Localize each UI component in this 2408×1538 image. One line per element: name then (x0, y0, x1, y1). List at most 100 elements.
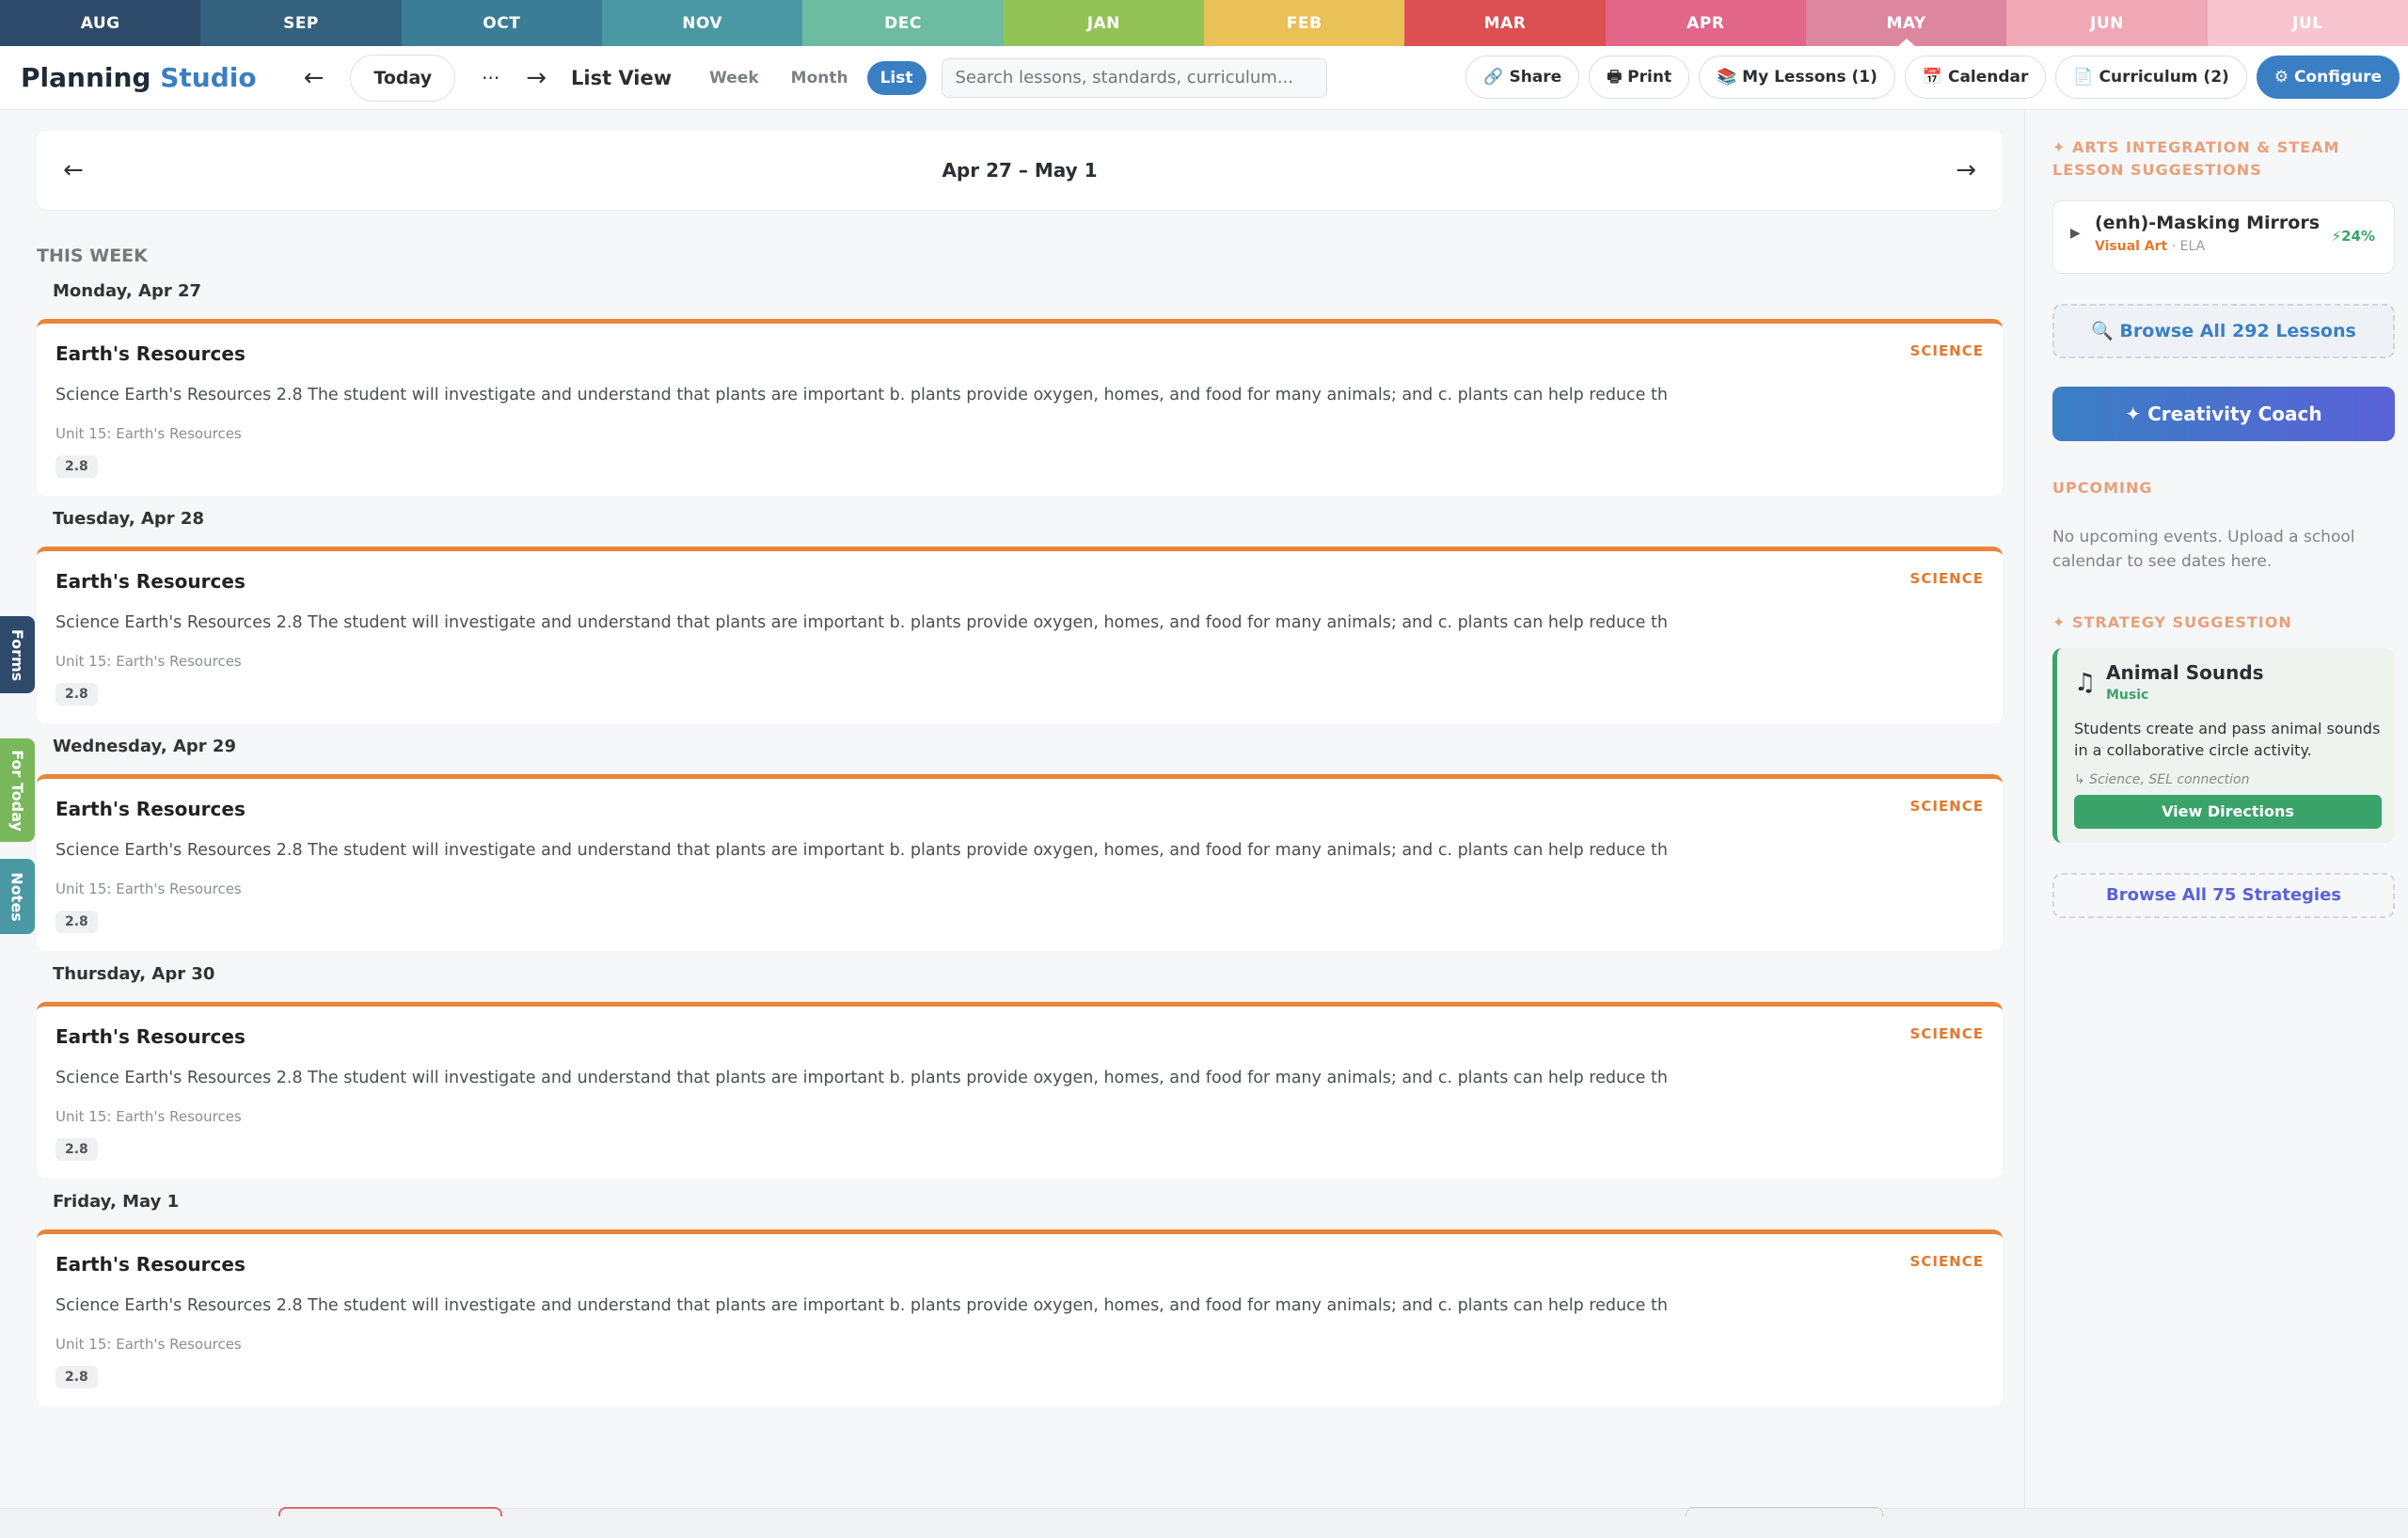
view-month-button[interactable]: Month (778, 61, 862, 95)
lesson-unit: Unit 15: Earth's Resources (55, 880, 242, 897)
browse-lessons-button[interactable]: 🔍 Browse All 292 Lessons (2052, 304, 2395, 358)
month-tab-nov[interactable]: NOV (601, 0, 803, 46)
creativity-coach-button[interactable]: ✦ Creativity Coach (2052, 387, 2395, 441)
day-section: Monday, Apr 27 Earth's Resources SCIENCE Sc… (37, 281, 2003, 496)
configure-button[interactable]: ⚙ Configure (2256, 55, 2400, 99)
day-section: Wednesday, Apr 29 Earth's Resources SCIENC… (37, 737, 2003, 951)
lesson-description: Science Earth's Resources 2.8 The studen… (55, 841, 1668, 860)
lesson-title: Earth's Resources (55, 1253, 246, 1276)
bottom-tab-right[interactable] (1686, 1507, 1883, 1516)
lesson-suggestion-card[interactable]: ▶ (enh)-Masking Mirrors Visual Art · ELA… (2052, 200, 2395, 274)
range-next-icon[interactable]: → (1956, 156, 1976, 184)
for-today-tab[interactable]: For Today (0, 738, 35, 842)
my-lessons-button[interactable]: 📚 My Lessons (1) (1699, 55, 1895, 99)
lesson-title: Earth's Resources (55, 1025, 246, 1048)
day-heading: Tuesday, Apr 28 (53, 509, 204, 529)
this-week-heading: THIS WEEK (37, 246, 148, 266)
for-today-tab-label: For Today (8, 749, 27, 832)
subject-badge: SCIENCE (1909, 342, 1984, 359)
view-label: List View (570, 66, 673, 89)
app-logo[interactable]: Planning Studio (21, 62, 257, 93)
strategy-heading: ✦ STRATEGY SUGGESTION (2052, 613, 2292, 631)
month-tab-jan[interactable]: JAN (1003, 0, 1204, 46)
forms-tab[interactable]: Forms (0, 616, 35, 693)
more-options-icon[interactable]: ··· (482, 67, 499, 89)
subject-badge: SCIENCE (1909, 1253, 1984, 1270)
month-tab-apr[interactable]: APR (1605, 0, 1806, 46)
strategy-description: Students create and pass animal sounds i… (2074, 720, 2381, 759)
upcoming-empty-text: No upcoming events. Upload a school cale… (2052, 528, 2355, 571)
day-section: Thursday, Apr 30 Earth's Resources SCIENCE… (37, 964, 2003, 1179)
subject-badge: SCIENCE (1909, 798, 1984, 815)
month-bar: AUG SEP OCT NOV DEC JAN FEB MAR APR MAY JUN JUL (0, 0, 2408, 46)
calendar-button[interactable]: 📅 Calendar (1904, 55, 2047, 99)
lesson-description: Science Earth's Resources 2.8 The studen… (55, 613, 1668, 632)
prev-arrow-icon[interactable]: ← (304, 64, 325, 92)
print-button[interactable]: 🖶 Print (1589, 55, 1690, 99)
share-button[interactable]: 🔗 Share (1465, 55, 1580, 99)
upcoming-heading: UPCOMING (2052, 479, 2153, 497)
top-toolbar: Planning Studio ← Today ··· → List View … (0, 46, 2408, 110)
play-icon[interactable]: ▶ (2070, 226, 2081, 241)
month-tab-oct[interactable]: OCT (401, 0, 602, 46)
strategy-connection: ↳ Science, SEL connection (2074, 772, 2250, 787)
day-heading: Thursday, Apr 30 (53, 964, 215, 984)
bottom-tab-left[interactable] (278, 1507, 502, 1516)
match-percent-badge: ⚡24% (2331, 228, 2375, 245)
standard-tag[interactable]: 2.8 (55, 1366, 98, 1388)
next-arrow-icon[interactable]: → (526, 64, 547, 92)
standard-tag[interactable]: 2.8 (55, 1138, 98, 1161)
lesson-unit: Unit 15: Earth's Resources (55, 653, 242, 670)
strategy-subject: Music (2106, 688, 2149, 703)
lesson-card[interactable]: Earth's Resources SCIENCE Science Earth's … (37, 319, 2003, 496)
notes-tab[interactable]: Notes (0, 859, 35, 934)
subject-badge: SCIENCE (1909, 570, 1984, 587)
month-tab-sep[interactable]: SEP (200, 0, 402, 46)
forms-tab-label: Forms (8, 628, 27, 681)
strategy-title: Animal Sounds (2106, 661, 2264, 684)
day-heading: Monday, Apr 27 (53, 281, 202, 301)
brand-main: Planning (21, 62, 151, 93)
lesson-card[interactable]: Earth's Resources SCIENCE Science Earth's … (37, 1229, 2003, 1406)
arts-integration-heading: ✦ ARTS INTEGRATION & STEAM LESSON SUGGES… (2052, 138, 2340, 179)
today-button[interactable]: Today (350, 54, 456, 102)
month-tab-jul[interactable]: JUL (2207, 0, 2408, 46)
lesson-unit: Unit 15: Earth's Resources (55, 1108, 242, 1125)
view-list-button[interactable]: List (866, 60, 927, 95)
date-range-bar: ← Apr 27 – May 1 → (37, 131, 2003, 210)
month-tab-jun[interactable]: JUN (2006, 0, 2208, 46)
lesson-card[interactable]: Earth's Resources SCIENCE Science Earth's … (37, 547, 2003, 723)
lesson-secondary-subject: · ELA (2167, 239, 2206, 254)
month-tab-feb[interactable]: FEB (1203, 0, 1405, 46)
browse-strategies-button[interactable]: Browse All 75 Strategies (2052, 873, 2395, 918)
month-tab-mar[interactable]: MAR (1404, 0, 1606, 46)
range-prev-icon[interactable]: ← (63, 156, 84, 184)
notes-tab-label: Notes (8, 871, 26, 922)
lesson-card[interactable]: Earth's Resources SCIENCE Science Earth's … (37, 1002, 2003, 1179)
standard-tag[interactable]: 2.8 (55, 683, 98, 706)
music-note-icon: ♫ (2074, 669, 2097, 697)
month-tab-dec[interactable]: DEC (802, 0, 1004, 46)
brand-accent: Studio (160, 62, 257, 93)
date-range-label: Apr 27 – May 1 (942, 159, 1098, 182)
lesson-subject: Visual Art (2095, 239, 2168, 254)
day-heading: Friday, May 1 (53, 1192, 180, 1212)
lesson-description: Science Earth's Resources 2.8 The studen… (55, 1296, 1668, 1315)
lesson-description: Science Earth's Resources 2.8 The studen… (55, 386, 1668, 404)
lesson-unit: Unit 15: Earth's Resources (55, 1336, 242, 1353)
curriculum-button[interactable]: 📄 Curriculum (2) (2055, 55, 2247, 99)
right-sidebar: ✦ ARTS INTEGRATION & STEAM LESSON SUGGES… (2024, 110, 2408, 1521)
subject-badge: SCIENCE (1909, 1025, 1984, 1042)
month-tab-aug[interactable]: AUG (0, 0, 201, 46)
lesson-title: Earth's Resources (55, 570, 246, 593)
lesson-title: Earth's Resources (55, 798, 246, 820)
view-week-button[interactable]: Week (696, 61, 772, 95)
lesson-description: Science Earth's Resources 2.8 The studen… (55, 1069, 1668, 1087)
lesson-card[interactable]: Earth's Resources SCIENCE Science Earth's … (37, 774, 2003, 951)
standard-tag[interactable]: 2.8 (55, 911, 98, 933)
lesson-title: Earth's Resources (55, 342, 246, 365)
search-input[interactable] (941, 57, 1327, 98)
view-directions-button[interactable]: View Directions (2074, 795, 2382, 829)
standard-tag[interactable]: 2.8 (55, 455, 98, 478)
month-tab-may[interactable]: MAY (1805, 0, 2007, 46)
